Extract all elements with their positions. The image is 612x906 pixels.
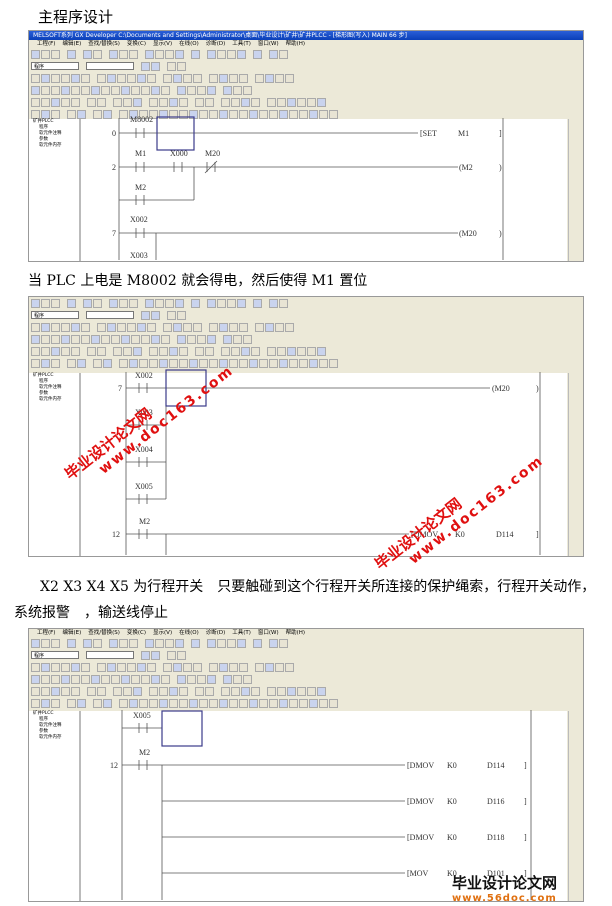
step-number: 12 xyxy=(110,761,118,770)
instruction: [MOV xyxy=(407,869,429,878)
bracket: ] xyxy=(524,797,527,806)
logo-url: www.56doc.com xyxy=(452,893,557,904)
instruction: [DMOV xyxy=(407,797,434,806)
step-number: 7 xyxy=(118,384,122,393)
ladder-label: M20 xyxy=(205,149,220,158)
coil: (M2 xyxy=(459,163,473,172)
step-number: 12 xyxy=(112,530,120,539)
ladder-label: M8002 xyxy=(130,115,153,124)
ladder-label: X005 xyxy=(135,482,153,491)
operand: K0 xyxy=(447,761,457,770)
ladder-label: X002 xyxy=(135,371,153,380)
operand: D114 xyxy=(487,761,504,770)
cursor-box xyxy=(161,710,203,747)
operand: K0 xyxy=(447,797,457,806)
ladder-label: X000 xyxy=(170,149,188,158)
operand: K0 xyxy=(447,833,457,842)
bracket: ) xyxy=(499,163,502,172)
bracket: ) xyxy=(536,384,539,393)
bracket: ) xyxy=(499,229,502,238)
ladder-label: X002 xyxy=(130,215,148,224)
ladder-label: X005 xyxy=(133,711,151,720)
ladder-label: M2 xyxy=(139,748,150,757)
step-number: 0 xyxy=(112,129,116,138)
cursor-box xyxy=(156,116,195,151)
bracket: ] xyxy=(524,833,527,842)
logo-name: 毕业设计论文网 xyxy=(452,874,558,892)
coil: (M20 xyxy=(459,229,477,238)
step-number: 2 xyxy=(112,163,116,172)
instruction: [SET xyxy=(420,129,437,138)
operand: D114 xyxy=(496,530,513,539)
ladder-label: X003 xyxy=(130,251,148,260)
ladder-label: M2 xyxy=(135,183,146,192)
site-logo: 毕业设计论文网 www.56doc.com xyxy=(452,872,557,904)
instruction: [DMOV xyxy=(407,833,434,842)
coil: (M20 xyxy=(492,384,510,393)
bracket: ] xyxy=(524,761,527,770)
step-number: 7 xyxy=(112,229,116,238)
operand: D118 xyxy=(487,833,504,842)
operand: M1 xyxy=(458,129,469,138)
instruction: [DMOV xyxy=(407,761,434,770)
bracket: ] xyxy=(536,530,539,539)
ladder-label: M2 xyxy=(139,517,150,526)
operand: D116 xyxy=(487,797,504,806)
bracket: ] xyxy=(499,129,502,138)
ladder-label: M1 xyxy=(135,149,146,158)
